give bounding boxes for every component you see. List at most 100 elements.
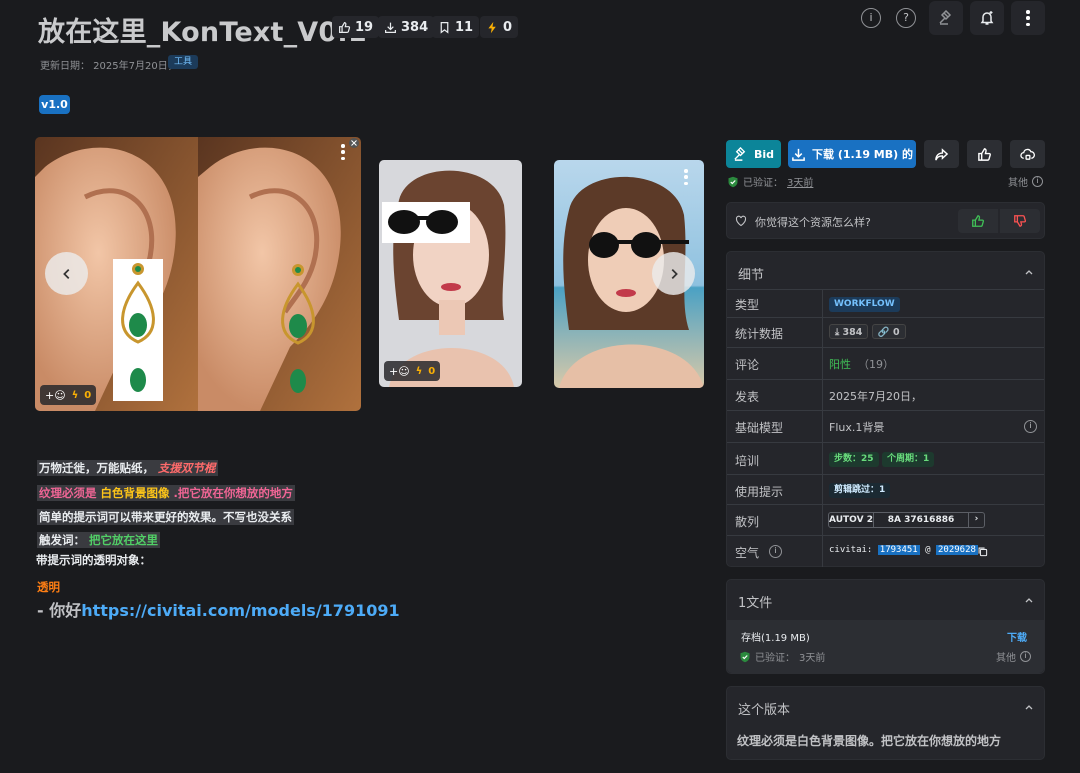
thumbs-up-icon (339, 21, 351, 33)
likes-count: 19 (355, 19, 374, 35)
description-line-2: 纹理必须是 白色背景图像 .把它放在你想放的地方 (37, 485, 295, 501)
add-reaction-icon[interactable]: +☺ (389, 365, 410, 378)
thumbs-up-icon (972, 215, 985, 227)
download-button[interactable]: 下载 (1.19 MB) 的 (788, 140, 916, 168)
card-menu-icon[interactable] (684, 169, 688, 185)
description-line-3: 简单的提示词可以带来更好的效果。不写也没关系 (37, 509, 294, 525)
description-line-1: 万物迁徙，万能贴纸， 支援双节棍 (37, 460, 218, 476)
chevron-right-icon[interactable]: › (968, 513, 984, 527)
thumbs-down-feedback-button[interactable] (1000, 209, 1040, 233)
shield-check-icon (740, 651, 750, 662)
chevron-up-icon[interactable] (1024, 702, 1034, 712)
file-download-link[interactable]: 下载 (1007, 629, 1027, 644)
file-item: 存档(1.19 MB) 下载 已验证： 3天前 其他 i (727, 620, 1044, 673)
feedback-question: 你觉得这个资源怎么样? (755, 216, 871, 229)
description-link-line: - 你好https://civitai.com/models/1791091 (37, 601, 400, 620)
download-icon (385, 22, 396, 33)
likes-stat[interactable]: 19 (332, 16, 380, 38)
version-badge[interactable]: v1.0 (39, 95, 70, 114)
shield-check-icon (728, 176, 738, 187)
bell-plus-icon (980, 11, 994, 25)
detail-row-training: 培训 步数：25 个周期：1 (727, 442, 1044, 474)
hash-algorithm[interactable]: AUTOV 2 (829, 513, 874, 527)
clip-skip-badge: 剪辑跳过：1 (829, 483, 891, 498)
share-button[interactable] (924, 140, 959, 168)
files-title: 1文件 (738, 596, 773, 611)
bolt-icon: ϟ (415, 365, 423, 377)
reaction-bar[interactable]: +☺ ϟ 0 (384, 361, 441, 381)
gallery-image-input[interactable]: +☺ ϟ 0 (379, 160, 522, 387)
detail-row-type: 类型 WORKFLOW (727, 289, 1044, 317)
version-panel: 这个版本 纹理必须是白色背景图像。把它放在你想放的地方 (726, 686, 1045, 760)
updated-date: 更新日期： 2025年7月20日， (40, 61, 178, 72)
review-sentiment[interactable]: 阳性 (829, 356, 851, 372)
detail-row-stats: 统计数据 ⤓ 384 🔗 0 (727, 317, 1044, 347)
gavel-icon (734, 146, 746, 161)
bookmarks-stat[interactable]: 11 (432, 16, 480, 38)
gallery-next-button[interactable] (652, 252, 695, 295)
thumbs-down-icon (1014, 215, 1027, 227)
epochs-badge: 个周期：1 (882, 452, 935, 467)
links-pill: 🔗 0 (871, 324, 906, 339)
gavel-icon (939, 10, 952, 25)
details-title: 细节 (738, 268, 765, 283)
info-icon[interactable]: i (861, 8, 881, 28)
reaction-bar[interactable]: +☺ ϟ 0 (40, 385, 97, 405)
downloads-count: 384 (401, 19, 429, 35)
verified-status: 已验证： 3天前 (727, 174, 813, 189)
gallery-prev-button[interactable] (45, 252, 88, 295)
chevron-up-icon[interactable] (1024, 595, 1034, 605)
other-info[interactable]: 其他 i (1008, 174, 1043, 189)
feedback-panel: 你觉得这个资源怎么样? (726, 202, 1045, 239)
detail-row-hash: 散列 AUTOV 2 8A 37616886 › (727, 504, 1044, 535)
downloads-stat[interactable]: 384 (378, 16, 435, 38)
help-icon[interactable]: ? (896, 8, 916, 28)
heart-icon (735, 215, 747, 227)
detail-row-usage-tips: 使用提示 剪辑跳过：1 (727, 474, 1044, 504)
page-title: 放在这里_KonText_V0.1 (38, 17, 367, 48)
files-panel: 1文件 存档(1.19 MB) 下载 已验证： 3天前 其他 i (726, 579, 1045, 674)
version-panel-title: 这个版本 (738, 703, 791, 718)
info-icon: i (1020, 651, 1031, 662)
downloads-pill: ⤓ 384 (829, 324, 869, 339)
details-panel: 细节 类型 WORKFLOW 统计数据 ⤓ 384 🔗 0 评论 阳性 （19）… (726, 251, 1045, 567)
file-name: 存档(1.19 MB) (741, 633, 810, 644)
buzz-count: 0 (503, 19, 513, 35)
info-icon[interactable]: i (769, 545, 782, 558)
detail-row-air: 空气 i civitai: 1793451 @ 2029628 (727, 535, 1044, 567)
thumbs-up-icon (978, 147, 991, 161)
category-badge[interactable]: 工具 (168, 55, 199, 69)
air-identifier[interactable]: civitai: 1793451 @ 2029628 (829, 545, 978, 555)
kebab-icon (1026, 10, 1030, 26)
bookmarks-count: 11 (455, 19, 474, 35)
card-menu-icon[interactable] (341, 144, 345, 160)
chevron-up-icon[interactable] (1024, 267, 1034, 277)
hash-value[interactable]: 8A 37616886 (874, 513, 968, 527)
trigger-word-line: 触发词： 把它放在这里 (37, 532, 160, 548)
model-link[interactable]: https://civitai.com/models/1791091 (81, 601, 399, 620)
bolt-icon (488, 21, 496, 33)
review-count: （19） (858, 358, 894, 371)
copy-icon[interactable] (977, 546, 988, 557)
hash-selector[interactable]: AUTOV 2 8A 37616886 › (828, 512, 985, 528)
more-menu-button[interactable] (1011, 1, 1045, 35)
bid-top-button[interactable] (929, 1, 963, 35)
thumbs-up-feedback-button[interactable] (958, 209, 998, 233)
info-icon[interactable]: i (1024, 420, 1037, 433)
steps-badge: 步数：25 (829, 452, 879, 467)
bid-button[interactable]: Bid (726, 140, 781, 168)
buzz-stat[interactable]: 0 (480, 16, 519, 38)
bolt-icon: ϟ (71, 389, 79, 401)
add-reaction-icon[interactable]: +☺ (45, 389, 66, 402)
detail-row-reviews: 评论 阳性 （19） (727, 347, 1044, 379)
description-line-5: 带提示词的透明对象： (36, 553, 151, 567)
chevron-right-icon (671, 268, 678, 279)
download-icon: ⤓ (835, 327, 840, 338)
type-badge[interactable]: WORKFLOW (829, 297, 900, 312)
description-line-6: 透明 (37, 580, 60, 594)
buzz-count: 0 (428, 365, 436, 377)
like-button[interactable] (967, 140, 1002, 168)
file-other-info[interactable]: 其他 i (996, 649, 1031, 664)
notify-button[interactable] (970, 1, 1004, 35)
save-cloud-button[interactable] (1010, 140, 1045, 168)
